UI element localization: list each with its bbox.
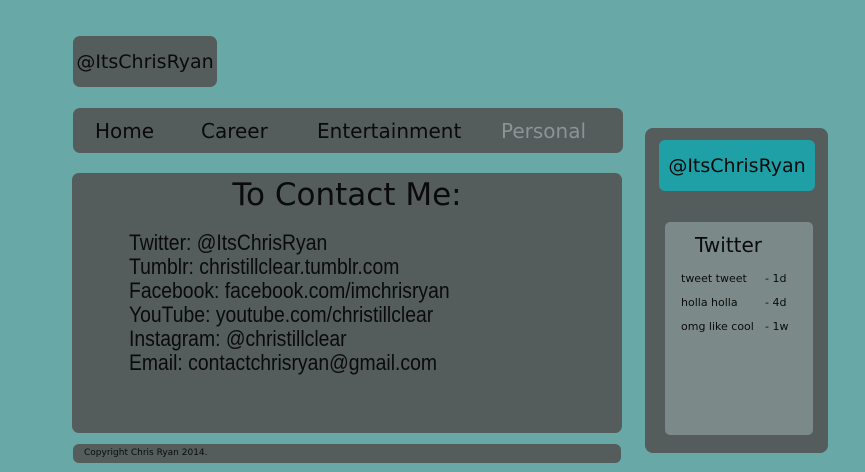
tweet-item: holla holla - 4d bbox=[681, 296, 786, 309]
page-title: To Contact Me: bbox=[232, 177, 462, 213]
site-logo[interactable]: @ItsChrisRyan bbox=[73, 36, 217, 87]
twitter-feed-title: Twitter bbox=[695, 233, 763, 257]
footer: Copyright Chris Ryan 2014. bbox=[73, 444, 621, 463]
contact-youtube: YouTube: youtube.com/christillclear bbox=[129, 302, 434, 327]
contact-twitter: Twitter: @ItsChrisRyan bbox=[129, 230, 328, 255]
tweet-time: - 1d bbox=[765, 272, 787, 285]
tweet-time: - 4d bbox=[765, 296, 787, 309]
twitter-handle-button[interactable]: @ItsChrisRyan bbox=[659, 140, 815, 191]
contact-tumblr: Tumblr: christillclear.tumblr.com bbox=[129, 254, 400, 279]
logo-text: @ItsChrisRyan bbox=[76, 50, 214, 73]
tweet-text: holla holla bbox=[681, 296, 738, 309]
nav-item-entertainment[interactable]: Entertainment bbox=[317, 119, 461, 143]
handle-text: @ItsChrisRyan bbox=[668, 154, 806, 177]
nav-item-personal[interactable]: Personal bbox=[501, 119, 586, 143]
twitter-feed: Twitter tweet tweet - 1d holla holla - 4… bbox=[665, 222, 813, 435]
tweet-item: tweet tweet - 1d bbox=[681, 272, 786, 285]
main-nav: Home Career Entertainment Personal bbox=[73, 108, 623, 153]
tweet-text: omg like cool bbox=[681, 320, 754, 333]
contact-instagram: Instagram: @christillclear bbox=[129, 326, 347, 351]
contact-facebook: Facebook: facebook.com/imchrisryan bbox=[129, 278, 450, 303]
copyright-text: Copyright Chris Ryan 2014. bbox=[84, 448, 208, 458]
sidebar: @ItsChrisRyan Twitter tweet tweet - 1d h… bbox=[645, 128, 828, 453]
nav-item-home[interactable]: Home bbox=[95, 119, 154, 143]
tweet-item: omg like cool - 1w bbox=[681, 320, 788, 333]
contact-panel: To Contact Me: Twitter: @ItsChrisRyan Tu… bbox=[72, 173, 622, 433]
nav-item-career[interactable]: Career bbox=[201, 119, 268, 143]
contact-list: Twitter: @ItsChrisRyan Tumblr: christill… bbox=[129, 231, 450, 375]
tweet-time: - 1w bbox=[765, 320, 789, 333]
contact-email: Email: contactchrisryan@gmail.com bbox=[129, 350, 437, 375]
tweet-text: tweet tweet bbox=[681, 272, 747, 285]
